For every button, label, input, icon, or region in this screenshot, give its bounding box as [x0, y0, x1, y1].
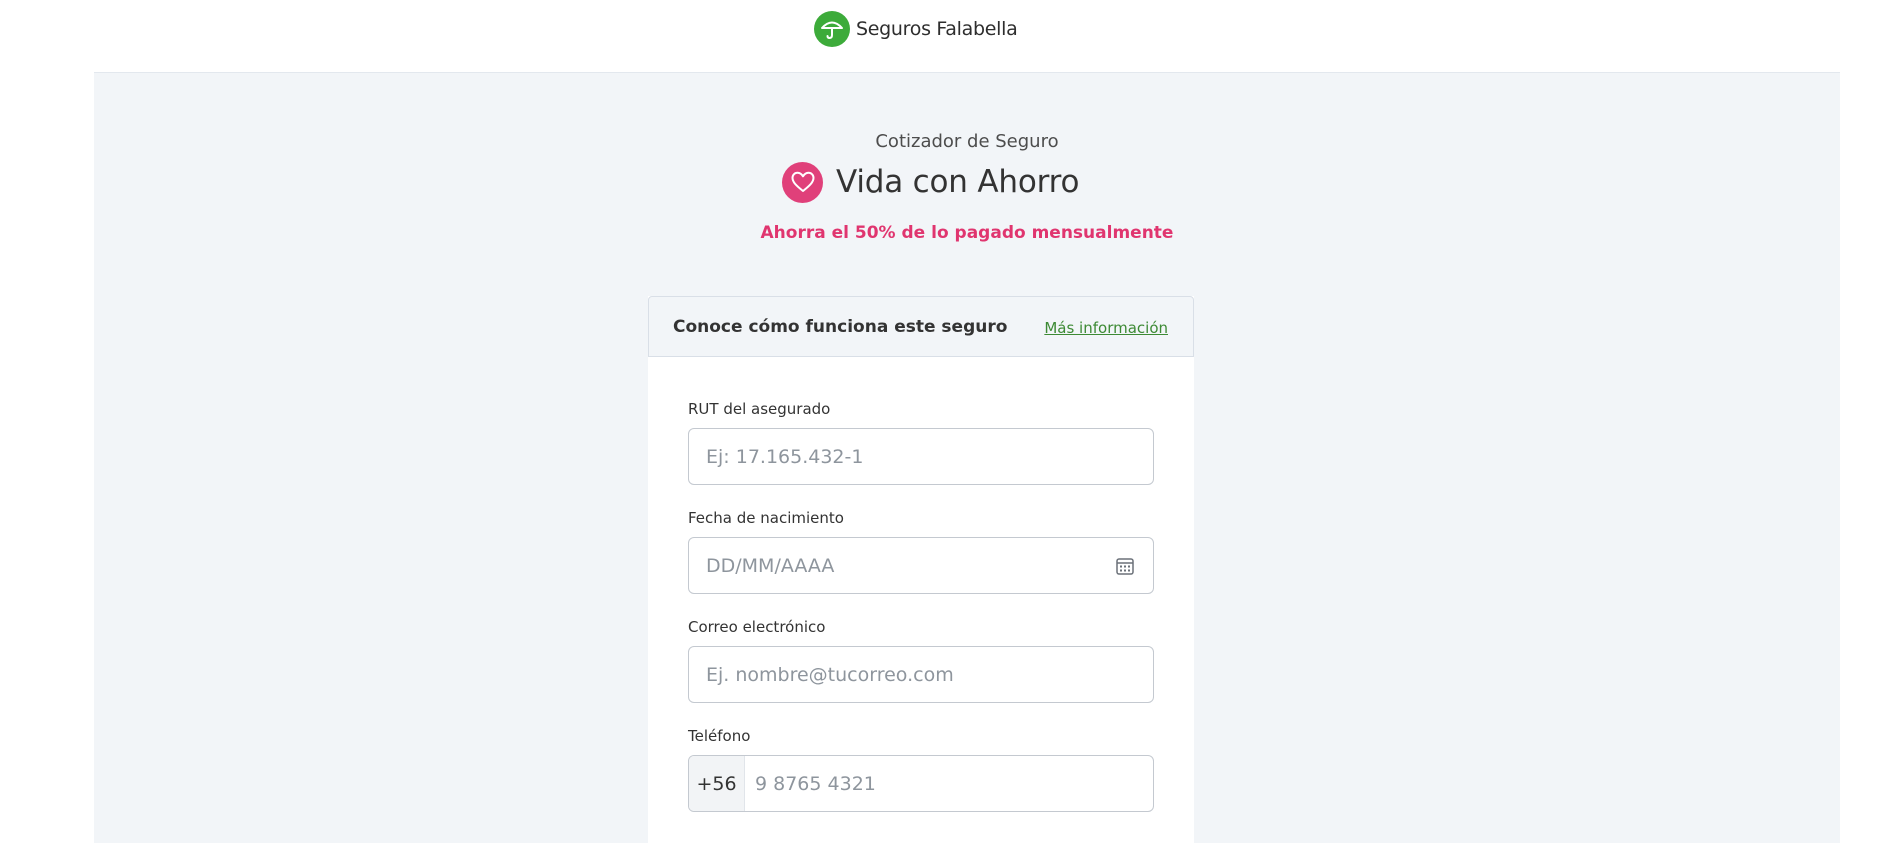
main-content: Cotizador de Seguro Vida con Ahorro Ahor…: [94, 72, 1840, 856]
rut-field-box: [688, 428, 1154, 485]
umbrella-icon: [814, 11, 850, 47]
quote-form-card: Conoce cómo funciona este seguro Más inf…: [648, 296, 1194, 856]
info-bar-text: Conoce cómo funciona este seguro: [673, 317, 1008, 337]
heart-icon: [782, 161, 823, 203]
product-heading: Vida con Ahorro: [782, 161, 1079, 203]
rut-input[interactable]: [689, 429, 1153, 484]
birthdate-input[interactable]: [689, 538, 1153, 593]
page-subtitle: Cotizador de Seguro: [875, 131, 1059, 152]
product-title: Vida con Ahorro: [836, 164, 1080, 200]
birthdate-label: Fecha de nacimiento: [688, 509, 844, 527]
brand-name: Seguros Falabella: [856, 18, 1018, 40]
birthdate-field-box: [688, 537, 1154, 594]
phone-label: Teléfono: [688, 727, 751, 745]
product-tagline: Ahorra el 50% de lo pagado mensualmente: [760, 223, 1174, 243]
phone-input[interactable]: [745, 756, 1153, 811]
more-info-link[interactable]: Más información: [1044, 319, 1168, 337]
email-field-box: [688, 646, 1154, 703]
phone-field-box: +56: [688, 755, 1154, 812]
email-label: Correo electrónico: [688, 618, 826, 636]
site-header: Seguros Falabella: [0, 0, 1892, 72]
calendar-icon[interactable]: [1115, 556, 1135, 576]
info-bar: Conoce cómo funciona este seguro Más inf…: [648, 296, 1194, 357]
rut-label: RUT del asegurado: [688, 400, 831, 418]
brand-logo[interactable]: Seguros Falabella: [814, 11, 1018, 47]
email-input[interactable]: [689, 647, 1153, 702]
phone-prefix: +56: [689, 756, 745, 811]
